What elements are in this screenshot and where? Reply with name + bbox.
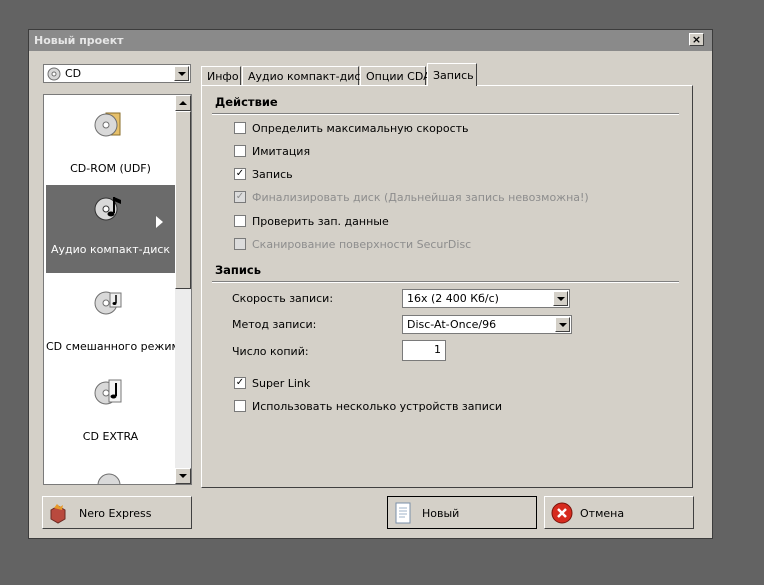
check-icon[interactable]: ✓ [234, 377, 246, 389]
list-scrollbar[interactable] [175, 95, 191, 484]
cancel-button-label: Отмена [580, 507, 625, 520]
copies-input[interactable]: 1 [402, 340, 446, 361]
window-title: Новый проект [34, 34, 124, 47]
write-method-label: Метод записи: [232, 318, 317, 331]
title-bar[interactable]: Новый проект × [29, 30, 712, 51]
mixed-mode-cd-icon [94, 291, 122, 315]
cd-icon [47, 67, 61, 81]
cd-extra-icon [94, 379, 122, 405]
checkbox-label: Финализировать диск (Дальнейшая запись н… [252, 191, 589, 204]
nero-express-label: Nero Express [79, 507, 152, 520]
checkbox-box[interactable] [234, 400, 246, 412]
checkbox-label: Имитация [252, 145, 311, 158]
new-project-dialog: Новый проект × CD CD-ROM (UDF) Аудио ком… [28, 29, 713, 539]
disc-icon [97, 473, 121, 484]
checkbox-box [234, 238, 246, 250]
checkbox-label: Определить максимальную скорость [252, 122, 469, 135]
list-item-label: Аудио компакт-диск [50, 243, 171, 256]
write-speed-select[interactable]: 16x (2 400 Кб/с) [402, 289, 570, 308]
dropdown-arrow-icon[interactable] [553, 291, 568, 306]
cd-rom-udf-icon [94, 112, 121, 137]
list-item-label: CD смешанного режима [46, 340, 187, 353]
dropdown-arrow-icon[interactable] [555, 317, 570, 332]
tab-info[interactable]: Инфо [201, 66, 241, 85]
checkbox-box[interactable] [234, 145, 246, 157]
close-button[interactable]: × [689, 33, 704, 46]
list-item-label: CD EXTRA [82, 430, 139, 443]
chevron-right-icon [156, 216, 163, 228]
list-item-cd-extra[interactable]: CD EXTRA [46, 365, 175, 453]
list-item-mixed-mode-cd[interactable]: CD смешанного режима [46, 275, 187, 363]
new-button-label: Новый [422, 507, 460, 520]
checkbox-label: Super Link [252, 377, 311, 390]
list-item-partial[interactable] [46, 455, 175, 484]
cancel-icon [551, 502, 573, 524]
dropdown-arrow-icon[interactable] [174, 66, 189, 81]
checkbox-label: Запись [252, 168, 293, 181]
disc-type-value: CD [65, 67, 82, 80]
write-method-value: Disc-At-Once/96 [407, 318, 497, 331]
check-icon: ✓ [234, 191, 246, 203]
write-method-select[interactable]: Disc-At-Once/96 [402, 315, 572, 334]
burn-tab-panel: Действие Определить максимальную скорост… [201, 85, 693, 488]
copies-label: Число копий: [232, 345, 309, 358]
checkbox-box[interactable] [234, 122, 246, 134]
write-speed-label: Скорость записи: [232, 292, 334, 305]
tab-cda-options[interactable]: Опции CDA [360, 66, 431, 85]
scroll-thumb[interactable] [175, 111, 191, 289]
divider [212, 281, 679, 283]
cancel-button[interactable]: Отмена [544, 496, 694, 529]
checkbox-box[interactable] [234, 215, 246, 227]
nero-express-button[interactable]: Nero Express [42, 496, 192, 529]
list-item-label: CD-ROM (UDF) [70, 162, 151, 175]
new-document-icon [395, 502, 411, 524]
checkbox-label: Проверить зап. данные [252, 215, 389, 228]
scroll-up-button[interactable] [175, 95, 191, 111]
new-button[interactable]: Новый [387, 496, 537, 529]
check-icon[interactable]: ✓ [234, 168, 246, 180]
scroll-down-button[interactable] [175, 468, 191, 484]
audio-cd-icon [94, 197, 121, 221]
write-speed-value: 16x (2 400 Кб/с) [407, 292, 499, 305]
nero-express-icon [50, 504, 66, 524]
project-type-list[interactable]: CD-ROM (UDF) Аудио компакт-диск CD смеша… [43, 94, 192, 485]
tab-burn[interactable]: Запись [427, 63, 477, 86]
checkbox-label: Сканирование поверхности SecurDisc [252, 238, 472, 251]
disc-type-select[interactable]: CD [43, 64, 191, 83]
list-item-cd-rom-udf[interactable]: CD-ROM (UDF) [46, 97, 175, 185]
list-item-audio-cd[interactable]: Аудио компакт-диск [46, 185, 175, 273]
tab-audio-cd[interactable]: Аудио компакт-диск [242, 66, 367, 85]
action-section-title: Действие [215, 95, 278, 109]
divider [212, 113, 679, 115]
checkbox-label: Использовать несколько устройств записи [252, 400, 503, 413]
write-section-title: Запись [215, 263, 262, 277]
